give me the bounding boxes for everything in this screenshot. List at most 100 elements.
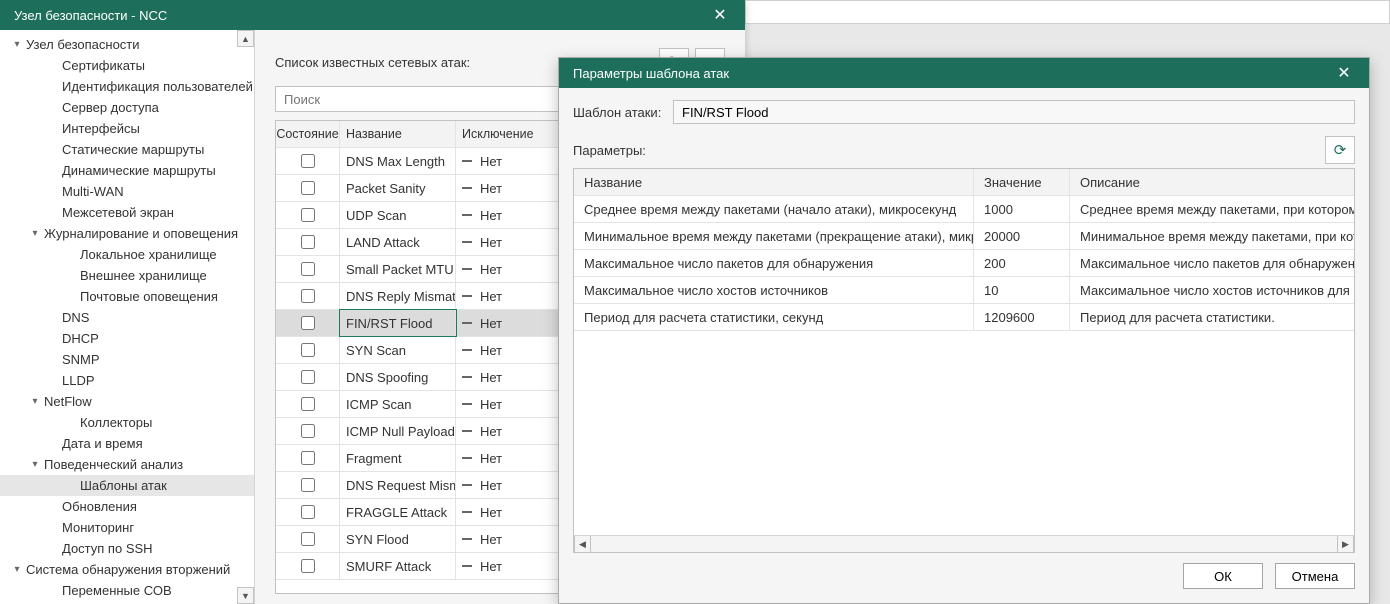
tree-item[interactable]: Обновления xyxy=(0,496,254,517)
tree-item[interactable]: DNS xyxy=(0,307,254,328)
state-checkbox[interactable] xyxy=(301,397,315,411)
param-value[interactable]: 20000 xyxy=(974,223,1070,249)
col-state[interactable]: Состояние xyxy=(276,121,340,147)
state-checkbox[interactable] xyxy=(301,478,315,492)
attack-name: FRAGGLE Attack xyxy=(340,499,456,525)
scroll-right-icon[interactable]: ▶ xyxy=(1337,536,1354,552)
table-row[interactable]: Период для расчета статистики, секунд120… xyxy=(574,304,1354,331)
scroll-up-button[interactable]: ▲ xyxy=(237,30,254,47)
ok-button[interactable]: ОК xyxy=(1183,563,1263,589)
attack-name: DNS Reply Mismatch xyxy=(340,283,456,309)
table-row[interactable]: Максимальное число пакетов для обнаружен… xyxy=(574,250,1354,277)
col-value[interactable]: Значение xyxy=(974,169,1070,195)
tree-item-label: Идентификация пользователей xyxy=(60,79,253,94)
tree-item[interactable]: Дата и время xyxy=(0,433,254,454)
tree-item-label: Журналирование и оповещения xyxy=(42,226,238,241)
horizontal-scrollbar[interactable]: ◀ ▶ xyxy=(574,535,1354,552)
tree-item[interactable]: Шаблоны атак xyxy=(0,475,254,496)
cancel-button[interactable]: Отмена xyxy=(1275,563,1355,589)
tree-item[interactable]: Переменные СОВ xyxy=(0,580,254,601)
param-value[interactable]: 10 xyxy=(974,277,1070,303)
close-icon[interactable]: ✕ xyxy=(705,0,735,30)
scroll-down-button[interactable]: ▼ xyxy=(237,587,254,604)
tree-item[interactable]: Коллекторы xyxy=(0,412,254,433)
state-checkbox[interactable] xyxy=(301,532,315,546)
param-value[interactable]: 1000 xyxy=(974,196,1070,222)
tree-item[interactable]: Локальное хранилище xyxy=(0,244,254,265)
state-checkbox[interactable] xyxy=(301,289,315,303)
tree-item[interactable]: ▾Узел безопасности xyxy=(0,34,254,55)
tree-item[interactable]: ▾Система обнаружения вторжений xyxy=(0,559,254,580)
exclusion-cell: Нет xyxy=(456,418,538,444)
tree-item[interactable]: Внешнее хранилище xyxy=(0,265,254,286)
tree-item[interactable]: Динамические маршруты xyxy=(0,160,254,181)
tree-item-label: Multi-WAN xyxy=(60,184,124,199)
param-value[interactable]: 1209600 xyxy=(974,304,1070,330)
state-checkbox[interactable] xyxy=(301,451,315,465)
tree-item[interactable]: ▾Журналирование и оповещения xyxy=(0,223,254,244)
param-description: Среднее время между пакетами, при которо… xyxy=(1070,196,1354,222)
state-checkbox[interactable] xyxy=(301,424,315,438)
state-checkbox[interactable] xyxy=(301,262,315,276)
tree-item[interactable]: Почтовые оповещения xyxy=(0,286,254,307)
table-row[interactable]: Среднее время между пакетами (начало ата… xyxy=(574,196,1354,223)
dash-icon xyxy=(462,241,472,243)
params-section-label: Параметры: xyxy=(573,143,1319,158)
tree-item[interactable]: Сервер доступа xyxy=(0,97,254,118)
refresh-button[interactable]: ⟳ xyxy=(1325,136,1355,164)
tree-item-label: Дата и время xyxy=(60,436,143,451)
tree-item-label: Система обнаружения вторжений xyxy=(24,562,230,577)
param-description: Максимальное число хостов источников для… xyxy=(1070,277,1354,303)
state-checkbox[interactable] xyxy=(301,559,315,573)
exclusion-cell: Нет xyxy=(456,526,538,552)
attack-name: Fragment xyxy=(340,445,456,471)
tree-item[interactable]: DHCP xyxy=(0,328,254,349)
tree-item-label: Межсетевой экран xyxy=(60,205,174,220)
tree-item-label: Почтовые оповещения xyxy=(78,289,218,304)
exclusion-value: Нет xyxy=(480,235,502,250)
param-description: Минимальное время между пакетами, при ко… xyxy=(1070,223,1354,249)
col-name[interactable]: Название xyxy=(574,169,974,195)
tree-item[interactable]: Multi-WAN xyxy=(0,181,254,202)
tree-item[interactable]: Межсетевой экран xyxy=(0,202,254,223)
state-checkbox[interactable] xyxy=(301,370,315,384)
state-checkbox[interactable] xyxy=(301,316,315,330)
state-checkbox[interactable] xyxy=(301,181,315,195)
attack-name: LAND Attack xyxy=(340,229,456,255)
dash-icon xyxy=(462,349,472,351)
tree-item[interactable]: Интерфейсы xyxy=(0,118,254,139)
col-name[interactable]: Название xyxy=(340,121,456,147)
state-checkbox[interactable] xyxy=(301,208,315,222)
tree-item[interactable]: Мониторинг xyxy=(0,517,254,538)
scroll-left-icon[interactable]: ◀ xyxy=(574,536,591,552)
tree-item[interactable]: ▾NetFlow xyxy=(0,391,254,412)
state-checkbox[interactable] xyxy=(301,154,315,168)
tree-item[interactable]: Сертификаты xyxy=(0,55,254,76)
state-cell xyxy=(276,391,340,417)
state-checkbox[interactable] xyxy=(301,343,315,357)
tree-item-label: Коллекторы xyxy=(78,415,152,430)
template-name-input[interactable] xyxy=(673,100,1355,124)
tree-item[interactable]: Доступ по SSH xyxy=(0,538,254,559)
close-icon[interactable]: ✕ xyxy=(1329,58,1359,88)
param-value[interactable]: 200 xyxy=(974,250,1070,276)
dash-icon xyxy=(462,430,472,432)
tree-item[interactable]: LLDP xyxy=(0,370,254,391)
tree-item[interactable]: Статические маршруты xyxy=(0,139,254,160)
table-row[interactable]: Максимальное число хостов источников10Ма… xyxy=(574,277,1354,304)
col-exclusion[interactable]: Исключение xyxy=(456,121,538,147)
exclusion-cell: Нет xyxy=(456,364,538,390)
table-row[interactable]: Минимальное время между пакетами (прекра… xyxy=(574,223,1354,250)
tree-item[interactable]: ▾Поведенческий анализ xyxy=(0,454,254,475)
dash-icon xyxy=(462,268,472,270)
state-checkbox[interactable] xyxy=(301,505,315,519)
tree-item[interactable]: SNMP xyxy=(0,349,254,370)
exclusion-cell: Нет xyxy=(456,175,538,201)
exclusion-value: Нет xyxy=(480,397,502,412)
state-checkbox[interactable] xyxy=(301,235,315,249)
tree-item[interactable]: Идентификация пользователей xyxy=(0,76,254,97)
exclusion-cell: Нет xyxy=(456,229,538,255)
attack-name: SMURF Attack xyxy=(340,553,456,579)
col-description[interactable]: Описание xyxy=(1070,169,1354,195)
exclusion-cell: Нет xyxy=(456,148,538,174)
